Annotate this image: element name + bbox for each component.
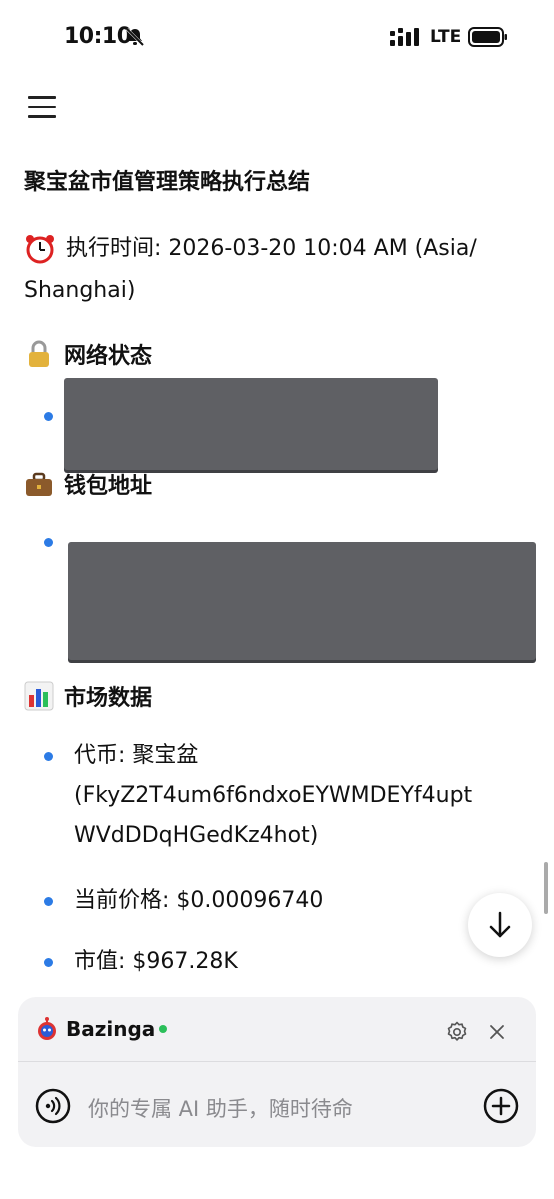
add-icon[interactable] xyxy=(483,1088,519,1124)
bullet xyxy=(44,538,53,547)
bullet xyxy=(44,897,53,906)
briefcase-icon xyxy=(26,472,52,496)
battery-icon xyxy=(468,27,507,47)
arrow-down-icon xyxy=(489,911,511,938)
close-icon[interactable] xyxy=(489,1024,505,1040)
exec-time-line1: 执行时间: 2026-03-20 10:04 AM (Asia/ xyxy=(66,236,477,261)
section-wallet-label: 钱包地址 xyxy=(64,474,153,499)
assistant-panel: Bazinga 你的专属 AI 助手，随时待命 xyxy=(18,997,536,1147)
divider xyxy=(18,1061,536,1062)
section-network-label: 网络状态 xyxy=(64,344,153,369)
redacted-block xyxy=(68,542,536,660)
section-network: 网络状态 xyxy=(24,338,152,370)
redacted-block xyxy=(64,378,438,470)
bar-chart-icon xyxy=(24,681,54,711)
lock-icon xyxy=(29,340,49,367)
market-cap-item: 市值: $967.28K xyxy=(74,949,238,974)
token-line2: (FkyZ2T4um6f6ndxoEYWMDEYf4upt xyxy=(74,783,473,808)
scrollbar[interactable] xyxy=(544,862,548,914)
gear-icon[interactable] xyxy=(446,1021,468,1043)
bell-muted-icon xyxy=(125,27,145,47)
status-bar: 10:10 LTE xyxy=(0,0,554,76)
online-status-dot xyxy=(159,1025,167,1033)
network-type: LTE xyxy=(430,27,462,47)
exec-time: 执行时间: 2026-03-20 10:04 AM (Asia/ Shangha… xyxy=(24,228,536,312)
bullet xyxy=(44,958,53,967)
scroll-down-button[interactable] xyxy=(468,893,532,957)
bullet xyxy=(44,412,53,421)
menu-icon[interactable] xyxy=(28,96,56,120)
bot-avatar-icon xyxy=(38,1017,56,1040)
status-time: 10:10 xyxy=(64,24,132,49)
section-market: 市场数据 xyxy=(24,680,152,712)
token-line1: 代币: 聚宝盆 xyxy=(74,743,199,768)
bullet xyxy=(44,752,53,761)
section-market-label: 市场数据 xyxy=(64,686,153,711)
section-wallet: 钱包地址 xyxy=(24,468,152,500)
assistant-name: Bazinga xyxy=(66,1017,156,1041)
token-item: 代币: 聚宝盆 (FkyZ2T4um6f6ndxoEYWMDEYf4upt WV… xyxy=(74,736,472,856)
voice-icon[interactable] xyxy=(35,1088,71,1124)
signal-icon xyxy=(390,28,419,46)
assistant-input[interactable]: 你的专属 AI 助手，随时待命 xyxy=(88,1093,353,1123)
exec-time-line2: Shanghai) xyxy=(24,278,136,303)
token-line3: WVdDDqHGedKz4hot) xyxy=(74,823,319,848)
price-item: 当前价格: $0.00096740 xyxy=(74,888,324,913)
page-title: 聚宝盆市值管理策略执行总结 xyxy=(24,170,311,195)
alarm-clock-icon xyxy=(26,235,54,264)
